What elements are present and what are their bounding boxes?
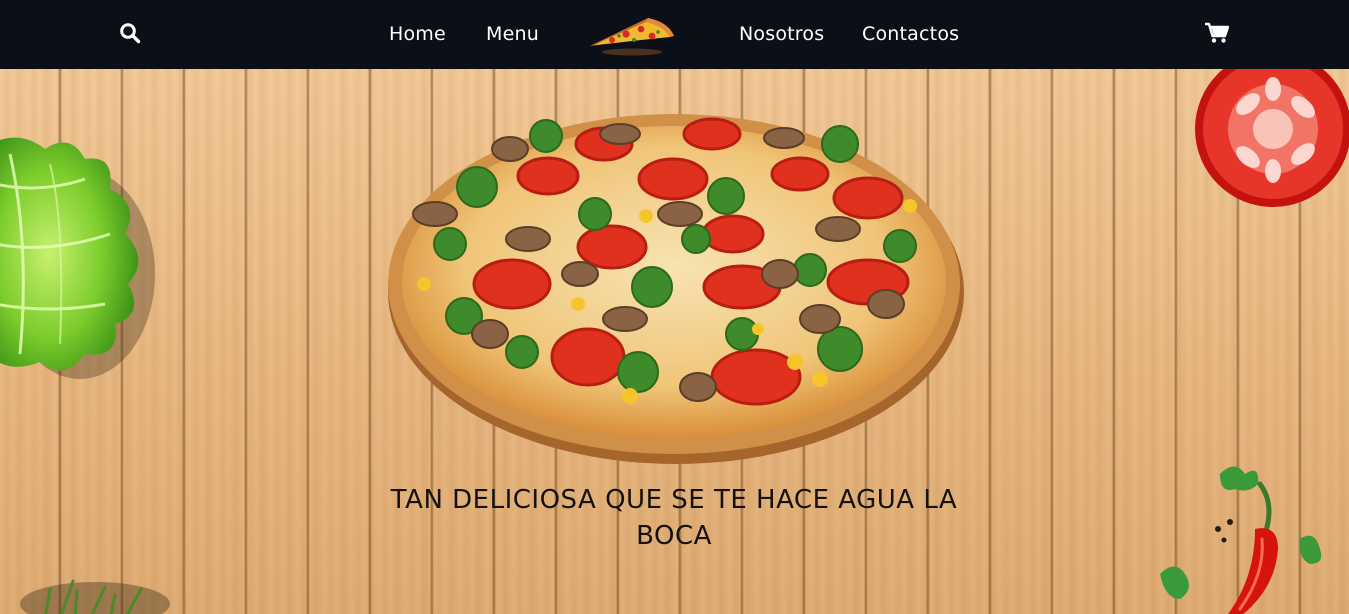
lettuce-image (0, 137, 155, 379)
nav-home-link[interactable]: Home (389, 20, 446, 48)
nav-contactos-link[interactable]: Contactos (862, 20, 959, 48)
nav-menu-link[interactable]: Menu (486, 20, 539, 48)
chili-pepper-image (1160, 466, 1322, 614)
shopping-cart-icon[interactable] (1205, 22, 1230, 48)
navbar: Home Menu Nosotros Contactos (0, 0, 1349, 69)
search-icon[interactable] (119, 22, 141, 48)
nav-nosotros-link[interactable]: Nosotros (739, 20, 824, 48)
tomato-image (1195, 69, 1349, 207)
hero-headline: TAN DELICIOSA QUE SE TE HACE AGUA LA BOC… (390, 485, 958, 551)
pizza-slice-logo[interactable] (586, 12, 678, 62)
hero-section: TAN DELICIOSA QUE SE TE HACE AGUA LA BOC… (0, 69, 1349, 614)
herb-image (20, 579, 170, 614)
pizza-image (388, 114, 964, 464)
